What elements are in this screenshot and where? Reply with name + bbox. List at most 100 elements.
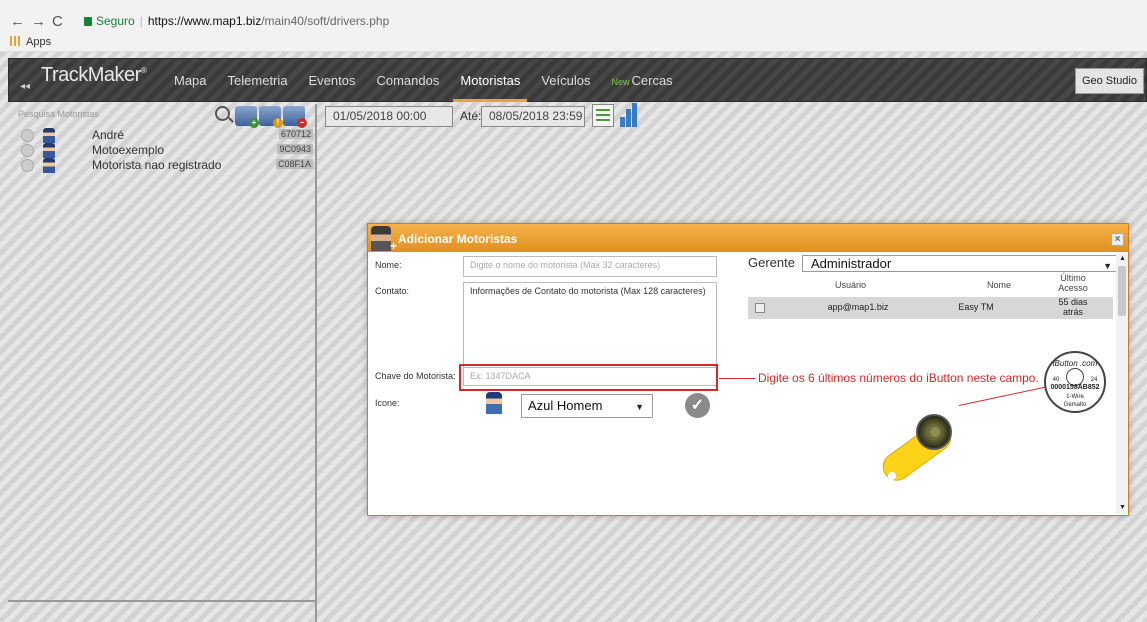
bookmarks-apps[interactable]: Apps <box>10 34 51 50</box>
ibutton-key-icon <box>876 410 957 487</box>
date-to-label: Até: <box>460 109 482 123</box>
apps-label: Apps <box>26 36 52 48</box>
browser-chrome: ←→C Seguro | https://www.map1.biz/main40/s… <box>0 0 1147 52</box>
col-usuario: Usuário <box>834 280 866 290</box>
geo-studio-button[interactable]: Geo Studio <box>1074 68 1144 94</box>
confirm-check-button[interactable]: ✓ <box>685 393 710 418</box>
icone-select[interactable]: Azul Homem ▼ <box>521 394 653 418</box>
scroll-thumb[interactable] <box>1118 266 1126 316</box>
menu-cercas[interactable]: New Cercas <box>611 73 672 88</box>
main-menu: Mapa Telemetria Eventos Comandos Motoris… <box>174 73 694 102</box>
driver-radio[interactable] <box>21 144 34 157</box>
browser-nav-buttons[interactable]: ←→C <box>10 13 69 30</box>
driver-search-row: Pesquisa Motoristas + ! − <box>8 104 317 128</box>
menu-cercas-label: Cercas <box>631 73 673 88</box>
menu-motoristas[interactable]: Motoristas <box>453 73 528 102</box>
gerente-select[interactable]: Administrador ▼ <box>802 255 1119 272</box>
address-bar[interactable]: Seguro | https://www.map1.biz/main40/soft/… <box>84 12 1124 30</box>
date-to-input[interactable]: 08/05/2018 23:59 <box>481 106 585 127</box>
ibutton-label-icon: iButton .com 40 24 0000158AB852 1-Wire G… <box>1044 351 1106 413</box>
annotation-line <box>719 378 755 379</box>
driver-code: 9C0943 <box>277 144 313 154</box>
ibutton-serial: 0000158AB852 <box>1050 384 1100 391</box>
row-usuario: app@map1.biz <box>827 302 889 312</box>
driver-list: André 670712 Motoexemplo 9C0943 Motorist… <box>18 128 318 173</box>
url-separator: | <box>139 14 143 28</box>
col-nome: Nome <box>986 280 1011 290</box>
nome-label: Nome: <box>375 260 402 270</box>
driver-search-input[interactable]: Pesquisa Motoristas <box>18 109 99 119</box>
chevron-down-icon: ▼ <box>1103 261 1112 271</box>
menu-comandos[interactable]: Comandos <box>376 73 439 88</box>
ibutton-brand: iButton .com <box>1052 359 1098 368</box>
driver-name: André <box>92 128 125 142</box>
icone-label: Icone: <box>375 398 400 408</box>
close-icon[interactable]: × <box>1111 233 1124 246</box>
scroll-down-icon[interactable]: ▼ <box>1119 504 1126 511</box>
sidebar-divider <box>8 600 317 602</box>
search-icon[interactable] <box>215 106 230 121</box>
menu-mapa[interactable]: Mapa <box>174 73 207 88</box>
driver-avatar-icon <box>43 158 55 173</box>
modal-scrollbar[interactable]: ▲ ▼ <box>1116 254 1128 514</box>
ibutton-wire: 1-Wire <box>1066 394 1084 400</box>
row-checkbox[interactable] <box>755 303 765 313</box>
modal-header: Adicionar Motoristas × <box>368 224 1128 253</box>
driver-avatar-icon <box>43 143 55 158</box>
add-driver-icon[interactable]: + <box>235 106 259 128</box>
annotation-text: Digite os 6 últimos números do iButton n… <box>758 371 1039 385</box>
col-ultimo-acesso: Último Acesso <box>1058 273 1088 293</box>
chave-highlight-box <box>459 364 718 391</box>
back-arrow-icon[interactable]: ← <box>10 13 31 30</box>
chevron-down-icon: ▼ <box>635 402 644 412</box>
driver-row[interactable]: Motoexemplo 9C0943 <box>18 143 318 158</box>
new-badge: New <box>611 77 630 87</box>
contato-textarea[interactable]: Informações de Contato do motorista (Max… <box>463 282 717 372</box>
forward-arrow-icon[interactable]: → <box>31 13 52 30</box>
driver-avatar-icon <box>486 392 502 414</box>
ibutton-disc-icon <box>916 414 952 450</box>
driver-sidebar: Pesquisa Motoristas + ! − André 670712 M… <box>8 104 317 622</box>
gerente-select-value: Administrador <box>811 256 892 271</box>
url-host: https://www.map1.biz <box>147 14 262 28</box>
bar-chart-icon[interactable] <box>619 102 641 127</box>
modal-title: Adicionar Motoristas <box>398 232 518 246</box>
key-hole <box>888 472 896 480</box>
contato-label: Contato: <box>375 286 410 296</box>
nome-input[interactable]: Digite o nome do motorista (Max 32 carac… <box>463 256 717 277</box>
reload-icon[interactable]: C <box>52 13 69 30</box>
date-from-input[interactable]: 01/05/2018 00:00 <box>325 106 453 127</box>
apps-grid-icon <box>10 36 20 46</box>
double-chevron-left-icon[interactable]: ◂◂ <box>20 81 30 92</box>
ibutton-bottom-text: Gemalto <box>1063 402 1087 408</box>
gerente-label: Gerente <box>748 255 795 270</box>
remove-driver-icon[interactable]: − <box>283 106 307 128</box>
row-ultimo-acesso: 55 dias atrás <box>1058 297 1088 317</box>
menu-eventos[interactable]: Eventos <box>309 73 356 88</box>
driver-name: Motoexemplo <box>92 143 165 157</box>
table-row[interactable]: app@map1.biz Easy TM 55 dias atrás <box>748 297 1113 319</box>
alert-driver-icon[interactable]: ! <box>259 106 283 128</box>
driver-radio[interactable] <box>21 129 34 142</box>
driver-avatar-icon <box>43 128 55 143</box>
top-navigation: TrackMaker® ◂◂ Mapa Telemetria Eventos C… <box>8 58 1147 102</box>
icone-select-value: Azul Homem <box>528 398 603 413</box>
menu-telemetria[interactable]: Telemetria <box>228 73 288 88</box>
driver-code: C08F1A <box>275 159 313 169</box>
ibutton-left-num: 40 <box>1052 377 1060 383</box>
url-path: /main40/soft/drivers.php <box>261 14 390 28</box>
checklist-icon[interactable] <box>592 104 614 127</box>
ibutton-right-num: 24 <box>1090 377 1098 383</box>
driver-row[interactable]: André 670712 <box>18 128 318 143</box>
driver-radio[interactable] <box>21 159 34 172</box>
scroll-up-icon[interactable]: ▲ <box>1119 255 1126 262</box>
driver-name: Motorista nao registrado <box>92 158 222 172</box>
chave-label: Chave do Motorista: <box>375 371 456 381</box>
trackmaker-logo: TrackMaker® <box>41 64 147 86</box>
secure-label: Seguro <box>96 14 135 28</box>
driver-row[interactable]: Motorista nao registrado C08F1A <box>18 158 318 173</box>
menu-veiculos[interactable]: Veículos <box>541 73 590 88</box>
lock-icon <box>84 17 92 26</box>
row-nome: Easy TM <box>958 302 994 312</box>
driver-code: 670712 <box>278 129 313 139</box>
